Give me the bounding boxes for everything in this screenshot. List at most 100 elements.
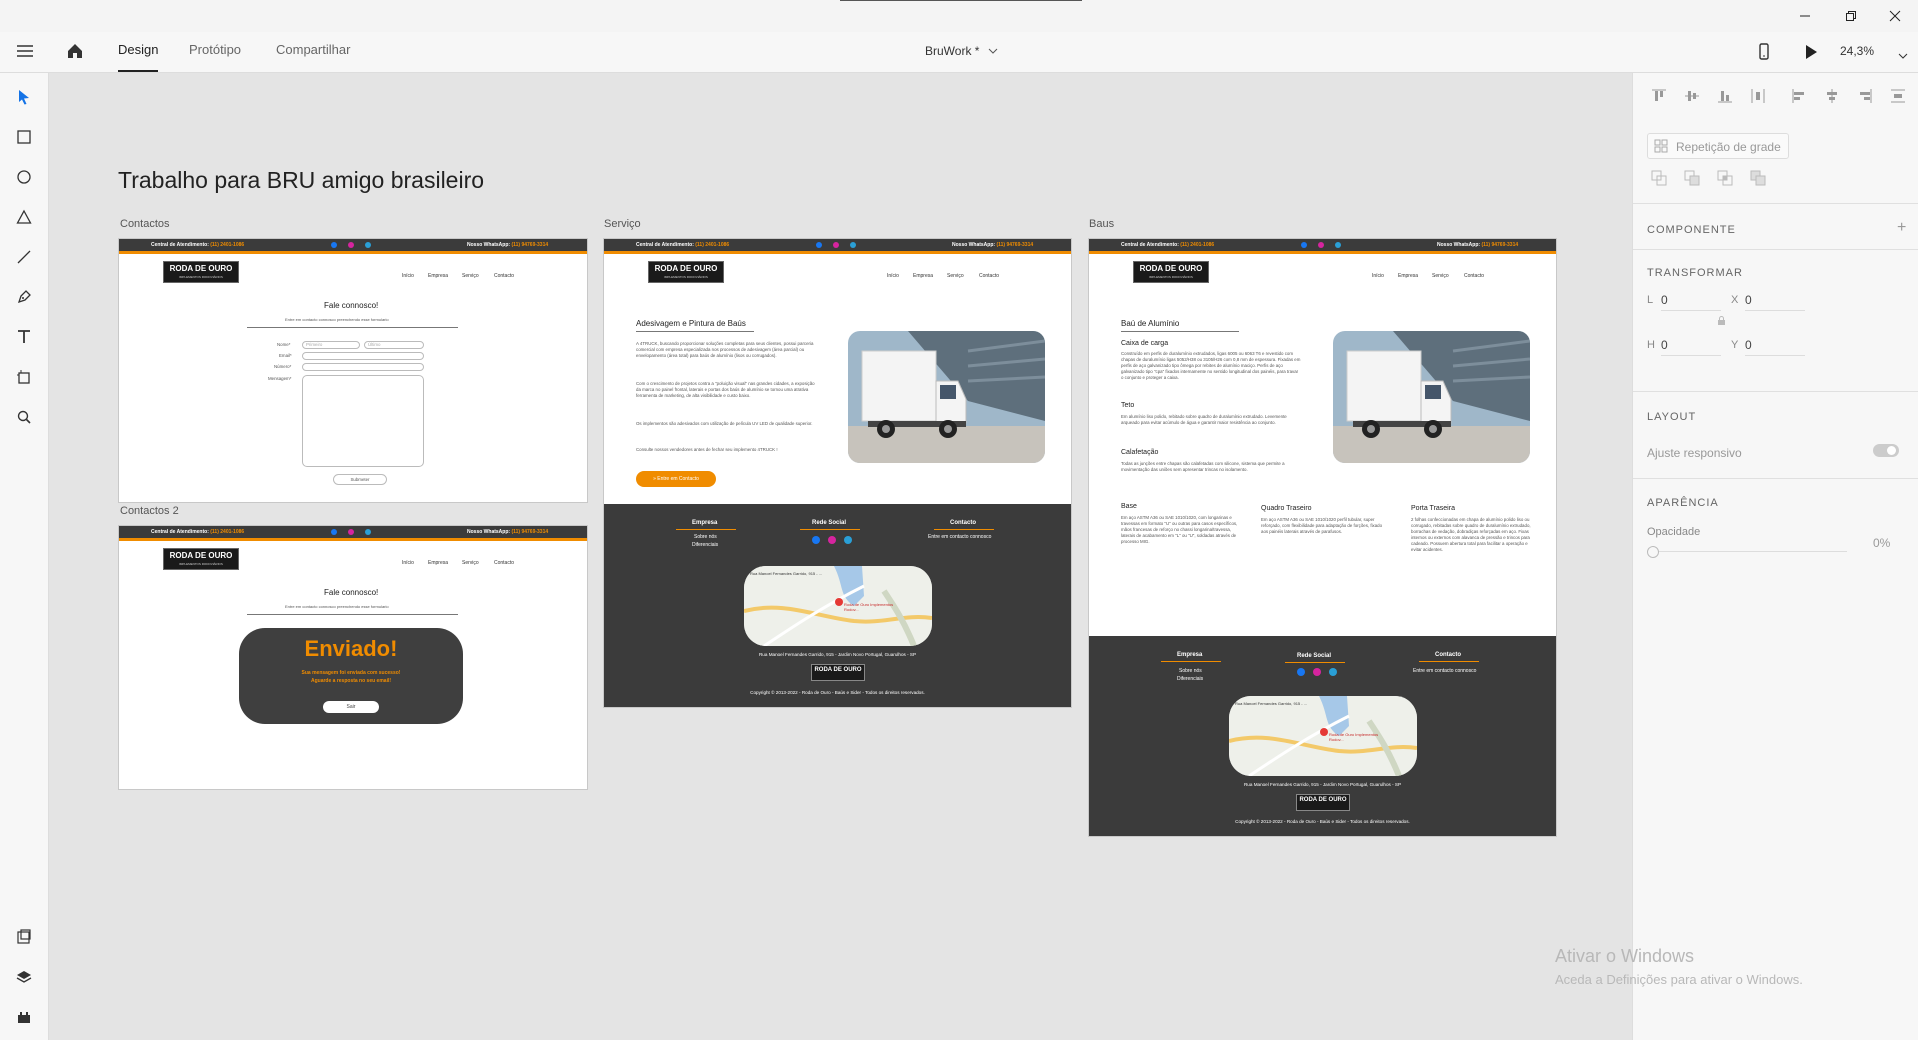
rectangle-tool[interactable] bbox=[12, 125, 36, 149]
nav-empresa: Empresa bbox=[913, 273, 934, 279]
site-topbar: Central de Atendimento: (11) 2401-1086 N… bbox=[119, 526, 587, 541]
nav-contacto: Contacto bbox=[494, 273, 515, 279]
artboard-contactos[interactable]: Central de Atendimento: (11) 2401-1086 N… bbox=[118, 238, 588, 503]
nav-servico: Serviço bbox=[947, 273, 964, 279]
add-component-button[interactable]: + bbox=[1897, 219, 1906, 237]
text-icon bbox=[18, 330, 30, 343]
restore-button[interactable] bbox=[1828, 4, 1874, 28]
truck-photo bbox=[1333, 331, 1530, 463]
linkedin-icon bbox=[365, 529, 371, 535]
facebook-icon bbox=[1301, 242, 1307, 248]
artboard-label-servico[interactable]: Serviço bbox=[604, 218, 641, 230]
boolean-add-button[interactable] bbox=[1651, 170, 1667, 191]
footer-copyright: Copyright © 2013-2022 - Roda de Ouro - B… bbox=[1235, 819, 1410, 824]
artboard-icon bbox=[17, 370, 30, 384]
opacity-value[interactable]: 0% bbox=[1873, 536, 1890, 550]
plus-icon: + bbox=[1897, 219, 1907, 236]
artboard-tool[interactable] bbox=[12, 365, 36, 389]
width-field[interactable]: 0 bbox=[1661, 293, 1721, 311]
align-right-button[interactable] bbox=[1857, 88, 1873, 109]
central-contact: Central de Atendimento: (11) 2401-1086 bbox=[151, 242, 245, 248]
close-button[interactable] bbox=[1872, 4, 1918, 28]
footer-underline bbox=[676, 529, 736, 530]
align-center-button[interactable] bbox=[1824, 88, 1840, 109]
activation-watermark-title: Ativar o Windows bbox=[1555, 946, 1695, 966]
nav-contacto: Contacto bbox=[979, 273, 1000, 279]
sent-line-1: Sua mensagem foi enviada com sucesso! bbox=[301, 670, 401, 676]
site-topbar: Central de Atendimento: (11) 2401-1086 N… bbox=[119, 239, 587, 254]
minimize-button[interactable] bbox=[1782, 4, 1828, 28]
title-marker bbox=[840, 0, 1082, 1]
x-field[interactable]: 0 bbox=[1745, 293, 1805, 311]
zoom-dropdown[interactable] bbox=[1898, 47, 1908, 65]
repeat-grid-button[interactable]: Repetição de grade bbox=[1647, 133, 1789, 159]
panel-separator bbox=[1633, 391, 1918, 392]
assets-icon bbox=[17, 929, 31, 944]
lock-aspect-button[interactable] bbox=[1717, 313, 1726, 331]
artboard-label-baus[interactable]: Baus bbox=[1089, 218, 1114, 230]
play-button[interactable] bbox=[1804, 44, 1818, 65]
whatsapp-contact: Nosso WhatsApp: (11) 94769-3314 bbox=[952, 242, 1034, 248]
layers-button[interactable] bbox=[12, 965, 36, 989]
zoom-tool[interactable] bbox=[12, 405, 36, 429]
teto-text: Em alumínio liso polido, rebitado sobre … bbox=[1121, 414, 1287, 425]
align-top-icon bbox=[1652, 89, 1666, 101]
tab-compartilhar[interactable]: Compartilhar bbox=[276, 42, 350, 57]
align-bottom-button[interactable] bbox=[1717, 88, 1733, 109]
boolean-subtract-icon bbox=[1684, 170, 1700, 186]
artboard-label-contactos[interactable]: Contactos bbox=[120, 218, 170, 230]
opacity-slider-thumb[interactable] bbox=[1647, 546, 1659, 558]
ellipse-tool[interactable] bbox=[12, 165, 36, 189]
close-icon bbox=[1889, 10, 1901, 22]
nav-inicio: Início bbox=[402, 560, 414, 566]
assets-button[interactable] bbox=[12, 925, 36, 949]
linkedin-icon bbox=[1335, 242, 1341, 248]
opacity-slider-track[interactable] bbox=[1647, 551, 1847, 552]
message-field bbox=[302, 375, 424, 467]
sent-title: Enviado! bbox=[304, 636, 398, 661]
toggle-knob bbox=[1887, 446, 1896, 455]
boolean-exclude-button[interactable] bbox=[1750, 170, 1766, 191]
polygon-tool[interactable] bbox=[12, 205, 36, 229]
contact-subtitle: Entre em contacto connosco preenchendo e… bbox=[285, 604, 389, 609]
menu-button[interactable] bbox=[16, 43, 34, 64]
responsive-resize-toggle[interactable] bbox=[1873, 444, 1899, 457]
tab-prototipo[interactable]: Protótipo bbox=[189, 42, 241, 57]
tab-design[interactable]: Design bbox=[118, 42, 158, 57]
name-label: Nome* bbox=[277, 342, 291, 347]
zoom-level[interactable]: 24,3% bbox=[1840, 44, 1874, 58]
transformar-heading: TRANSFORMAR bbox=[1647, 267, 1743, 279]
home-icon bbox=[68, 44, 82, 58]
boolean-add-icon bbox=[1651, 170, 1667, 186]
text-tool[interactable] bbox=[12, 325, 36, 349]
opacity-label: Opacidade bbox=[1647, 526, 1701, 538]
align-middle-button[interactable] bbox=[1684, 88, 1700, 109]
footer-address: Rua Manoel Fernandes Garrido, 915 - Jard… bbox=[1243, 782, 1402, 787]
line-tool[interactable] bbox=[12, 245, 36, 269]
distribute-vertical-button[interactable] bbox=[1750, 88, 1766, 109]
plugins-button[interactable] bbox=[12, 1005, 36, 1029]
pen-tool[interactable] bbox=[12, 285, 36, 309]
select-tool[interactable] bbox=[12, 85, 36, 109]
aparencia-heading: APARÊNCIA bbox=[1647, 497, 1719, 509]
device-preview-button[interactable] bbox=[1758, 43, 1770, 66]
boolean-subtract-button[interactable] bbox=[1684, 170, 1700, 191]
linkedin-icon bbox=[365, 242, 371, 248]
document-title[interactable]: BruWork * bbox=[925, 44, 998, 58]
site-topbar: Central de Atendimento: (11) 2401-1086 N… bbox=[1089, 239, 1556, 254]
y-field[interactable]: 0 bbox=[1745, 338, 1805, 356]
align-left-button[interactable] bbox=[1791, 88, 1807, 109]
artboard-servico[interactable]: Central de Atendimento: (11) 2401-1086 N… bbox=[603, 238, 1072, 708]
align-top-button[interactable] bbox=[1651, 88, 1667, 109]
whatsapp-contact: Nosso WhatsApp: (11) 94769-3314 bbox=[467, 242, 549, 248]
instagram-icon bbox=[833, 242, 839, 248]
artboard-contactos-2[interactable]: Central de Atendimento: (11) 2401-1086 N… bbox=[118, 525, 588, 790]
artboard-baus[interactable]: Central de Atendimento: (11) 2401-1086 N… bbox=[1088, 238, 1557, 837]
home-button[interactable] bbox=[66, 42, 84, 65]
contact-title: Fale connosco! bbox=[324, 301, 379, 310]
boolean-intersect-button[interactable] bbox=[1717, 170, 1733, 191]
distribute-horizontal-button[interactable] bbox=[1890, 88, 1906, 109]
linkedin-icon bbox=[1329, 668, 1337, 676]
artboard-label-contactos2[interactable]: Contactos 2 bbox=[120, 505, 179, 517]
height-field[interactable]: 0 bbox=[1661, 338, 1721, 356]
